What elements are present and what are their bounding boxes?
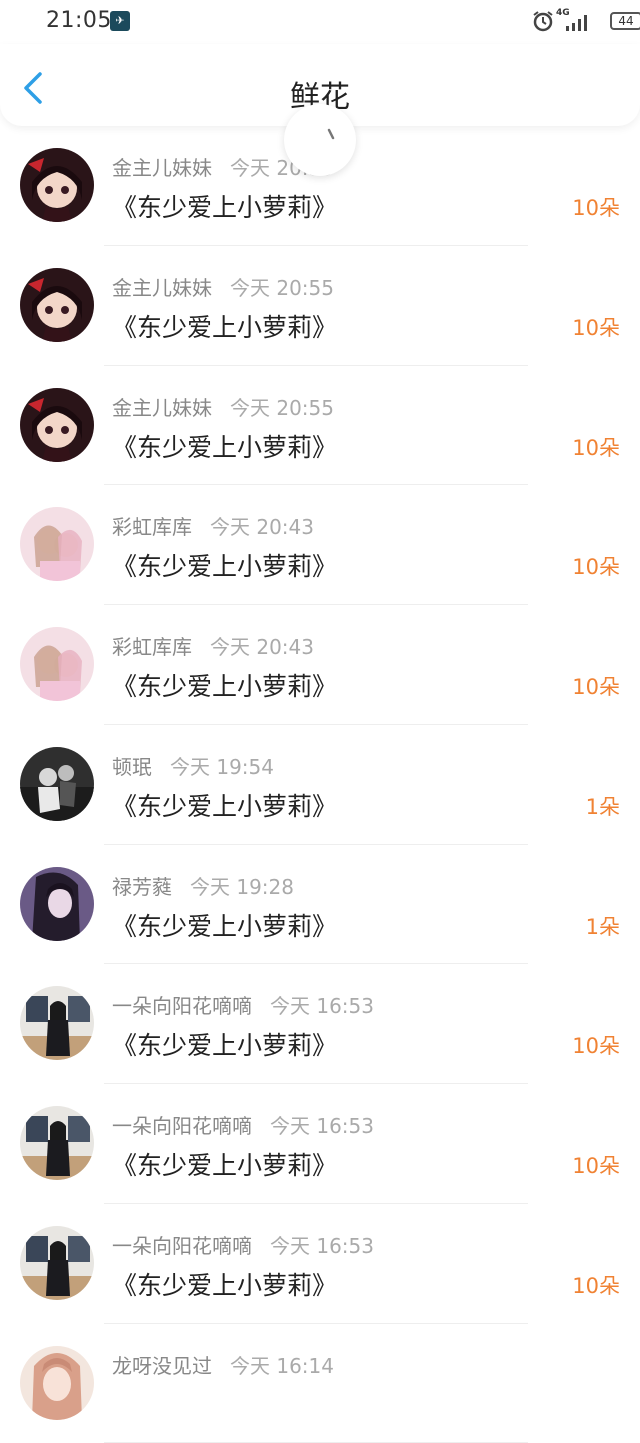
user-name[interactable]: 彩虹库库 (112, 515, 192, 539)
row-meta: 禄芳蕤今天 19:28 (112, 871, 294, 900)
list-item[interactable]: 龙呀没见过今天 16:14 (0, 1324, 640, 1443)
user-name[interactable]: 一朵向阳花嘀嘀 (112, 1114, 252, 1138)
book-title: 《东少爱上小萝莉》 (112, 188, 337, 224)
user-name[interactable]: 一朵向阳花嘀嘀 (112, 1234, 252, 1258)
book-title: 《东少爱上小萝莉》 (112, 1146, 337, 1182)
user-name[interactable]: 禄芳蕤 (112, 875, 172, 899)
flower-count: 10朵 (572, 1030, 620, 1060)
timestamp: 今天 16:53 (270, 1114, 374, 1138)
user-name[interactable]: 一朵向阳花嘀嘀 (112, 994, 252, 1018)
loading-spinner (284, 104, 356, 176)
row-meta: 金主儿妹妹今天 20:55 (112, 272, 334, 301)
book-title: 《东少爱上小萝莉》 (112, 787, 337, 823)
timestamp: 今天 19:28 (190, 875, 294, 899)
book-title: 《东少爱上小萝莉》 (112, 308, 337, 344)
flower-list[interactable]: 金主儿妹妹今天 20:55《东少爱上小萝莉》10朵金主儿妹妹今天 20:55《东… (0, 126, 640, 1443)
row-meta: 一朵向阳花嘀嘀今天 16:53 (112, 1110, 374, 1139)
avatar[interactable] (20, 867, 94, 941)
avatar[interactable] (20, 1226, 94, 1300)
status-time: 21:05 (46, 8, 112, 33)
avatar[interactable] (20, 268, 94, 342)
row-meta: 龙呀没见过今天 16:14 (112, 1350, 334, 1379)
status-bar: 21:05 ✈ 4G 44 (0, 0, 640, 44)
row-meta: 彩虹库库今天 20:43 (112, 511, 314, 540)
user-name[interactable]: 金主儿妹妹 (112, 396, 212, 420)
row-meta: 一朵向阳花嘀嘀今天 16:53 (112, 1230, 374, 1259)
user-name[interactable]: 龙呀没见过 (112, 1354, 212, 1378)
book-title: 《东少爱上小萝莉》 (112, 667, 337, 703)
list-item[interactable]: 顿珉今天 19:54 《东少爱上小萝莉》 1朵 (0, 725, 640, 845)
flower-count: 10朵 (572, 551, 620, 581)
avatar[interactable] (20, 1346, 94, 1420)
avatar[interactable] (20, 627, 94, 701)
user-name[interactable]: 金主儿妹妹 (112, 276, 212, 300)
book-title: 《东少爱上小萝莉》 (112, 907, 337, 943)
battery-icon: 44 (610, 12, 640, 30)
list-item[interactable]: 一朵向阳花嘀嘀今天 16:53 《东少爱上小萝莉》 10朵 (0, 964, 640, 1084)
timestamp: 今天 20:55 (230, 396, 334, 420)
row-meta: 金主儿妹妹今天 20:55 (112, 392, 334, 421)
avatar[interactable] (20, 388, 94, 462)
user-name[interactable]: 彩虹库库 (112, 635, 192, 659)
timestamp: 今天 16:14 (230, 1354, 334, 1378)
avatar[interactable] (20, 507, 94, 581)
row-meta: 彩虹库库今天 20:43 (112, 631, 314, 660)
timestamp: 今天 20:43 (210, 515, 314, 539)
app-notification-icon: ✈ (110, 11, 130, 31)
avatar[interactable] (20, 1106, 94, 1180)
book-title: 《东少爱上小萝莉》 (112, 547, 337, 583)
user-name[interactable]: 顿珉 (112, 755, 152, 779)
list-item[interactable]: 彩虹库库今天 20:43 《东少爱上小萝莉》 10朵 (0, 485, 640, 605)
flower-count: 10朵 (572, 312, 620, 342)
timestamp: 今天 16:53 (270, 1234, 374, 1258)
avatar[interactable] (20, 986, 94, 1060)
flower-count: 10朵 (572, 432, 620, 462)
alarm-icon (532, 10, 554, 32)
list-item[interactable]: 金主儿妹妹今天 20:55 《东少爱上小萝莉》 10朵 (0, 246, 640, 366)
user-name[interactable]: 金主儿妹妹 (112, 156, 212, 180)
row-meta: 顿珉今天 19:54 (112, 751, 274, 780)
flower-count: 10朵 (572, 671, 620, 701)
timestamp: 今天 19:54 (170, 755, 274, 779)
list-item[interactable]: 彩虹库库今天 20:43 《东少爱上小萝莉》 10朵 (0, 605, 640, 725)
list-item[interactable]: 一朵向阳花嘀嘀今天 16:53 《东少爱上小萝莉》 10朵 (0, 1204, 640, 1324)
flower-count: 1朵 (586, 911, 620, 941)
book-title: 《东少爱上小萝莉》 (112, 428, 337, 464)
book-title: 《东少爱上小萝莉》 (112, 1026, 337, 1062)
book-title: 《东少爱上小萝莉》 (112, 1266, 337, 1302)
flower-count: 1朵 (586, 791, 620, 821)
list-item[interactable]: 一朵向阳花嘀嘀今天 16:53 《东少爱上小萝莉》 10朵 (0, 1084, 640, 1204)
row-meta: 一朵向阳花嘀嘀今天 16:53 (112, 990, 374, 1019)
list-item[interactable]: 金主儿妹妹今天 20:55 《东少爱上小萝莉》 10朵 (0, 366, 640, 486)
flower-count: 10朵 (572, 1270, 620, 1300)
timestamp: 今天 20:55 (230, 276, 334, 300)
timestamp: 今天 20:43 (210, 635, 314, 659)
timestamp: 今天 16:53 (270, 994, 374, 1018)
signal-icon (564, 12, 592, 32)
avatar[interactable] (20, 148, 94, 222)
list-item[interactable]: 禄芳蕤今天 19:28 《东少爱上小萝莉》 1朵 (0, 845, 640, 965)
flower-count: 10朵 (572, 192, 620, 222)
flower-count: 10朵 (572, 1150, 620, 1180)
avatar[interactable] (20, 747, 94, 821)
